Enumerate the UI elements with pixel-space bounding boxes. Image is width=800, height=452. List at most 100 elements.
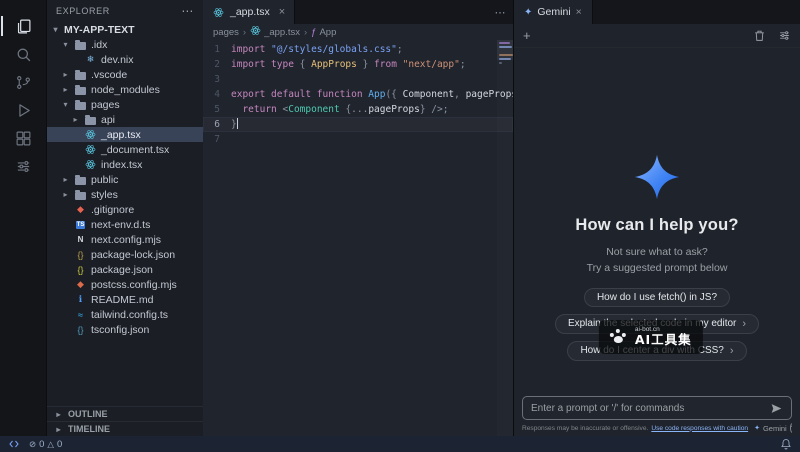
folder-.idx[interactable]: ▾.idx (47, 37, 203, 52)
folder-api[interactable]: ▸api (47, 112, 203, 127)
prompt-input[interactable] (531, 403, 764, 414)
code-editor[interactable]: 1import "@/styles/globals.css";2import t… (203, 40, 513, 436)
activity-explorer-icon[interactable] (1, 12, 45, 40)
activity-bar (0, 0, 46, 436)
warning-icon: △ (47, 439, 54, 450)
activity-source-control-icon[interactable] (1, 68, 45, 96)
breadcrumb-item-pages[interactable]: pages (213, 27, 239, 38)
minimap[interactable] (497, 40, 513, 436)
code-line-4[interactable]: 4export default function App({ Component… (203, 87, 513, 102)
folder-.vscode[interactable]: ▸.vscode (47, 67, 203, 82)
code-line-6[interactable]: 6} (203, 117, 513, 132)
timeline-section[interactable]: ▸ TIMELINE (47, 421, 203, 436)
sidebar-sections: ▸ OUTLINE ▸ TIMELINE (47, 406, 203, 436)
folder-node_modules[interactable]: ▸node_modules (47, 82, 203, 97)
activity-run-debug-icon[interactable] (1, 96, 45, 124)
file-label: next.config.mjs (91, 234, 161, 246)
activity-search-icon[interactable] (1, 40, 45, 68)
editor-more-actions-icon[interactable]: ⋯ (487, 0, 513, 24)
file-label: package-lock.json (91, 249, 175, 261)
file-tree: ▾ MY-APP-TEXT ▾.idx❄dev.nix▸.vscode▸node… (47, 22, 203, 406)
react-icon (84, 144, 97, 155)
close-panel-icon[interactable]: × (576, 6, 582, 18)
file-index.tsx[interactable]: index.tsx (47, 157, 203, 172)
suggested-prompt-1[interactable]: How do I use fetch() in JS? (584, 288, 730, 307)
folder-pages[interactable]: ▾pages (47, 97, 203, 112)
code-line-7[interactable]: 7 (203, 132, 513, 147)
code-line-3[interactable]: 3 (203, 72, 513, 87)
watermark-text: AI工具集 (635, 333, 692, 347)
error-icon: ⊘ (29, 439, 36, 450)
outline-section[interactable]: ▸ OUTLINE (47, 406, 203, 421)
workbench: EXPLORER ⋯ ▾ MY-APP-TEXT ▾.idx❄dev.nix▸.… (0, 0, 800, 436)
chevron-right-icon: ▸ (61, 85, 70, 94)
ts-icon: TS (74, 221, 87, 229)
code-line-5[interactable]: 5 return <Component {...pageProps} />; (203, 102, 513, 117)
folder-public[interactable]: ▸public (47, 172, 203, 187)
file-README.md[interactable]: ℹREADME.md (47, 292, 203, 307)
file-label: pages (91, 99, 120, 111)
react-icon (84, 159, 97, 170)
file-label: README.md (91, 294, 153, 306)
new-chat-icon[interactable]: + (523, 28, 531, 43)
file-dev.nix[interactable]: ❄dev.nix (47, 52, 203, 67)
file-label: api (101, 114, 115, 126)
problems-indicator[interactable]: ⊘ 0 △ 0 (29, 439, 62, 450)
json-icon: {} (74, 265, 87, 275)
file-label: .gitignore (91, 204, 134, 216)
tailwind-icon: ≈ (74, 310, 87, 320)
file-label: public (91, 174, 118, 186)
file-label: next-env.d.ts (91, 219, 150, 231)
gemini-sparkle-icon: ✦ (754, 424, 760, 432)
chevron-right-icon: › (730, 345, 734, 357)
file-tsconfig.json[interactable]: {}tsconfig.json (47, 322, 203, 337)
file-package-lock.json[interactable]: {}package-lock.json (47, 247, 203, 262)
trash-icon[interactable] (753, 29, 766, 42)
file-postcss.config.mjs[interactable]: ◆postcss.config.mjs (47, 277, 203, 292)
editor-tab-bar: _app.tsx × ⋯ (203, 0, 513, 24)
symbol-icon: ƒ (311, 27, 316, 38)
breadcrumb-item-_app.tsx[interactable]: _app.tsx (250, 25, 300, 39)
cursor-caret (237, 118, 238, 129)
json-icon: {} (74, 325, 87, 335)
file-next-env.d.ts[interactable]: TS next-env.d.ts (47, 217, 203, 232)
close-tab-icon[interactable]: × (279, 6, 285, 18)
file-tailwind.config.ts[interactable]: ≈tailwind.config.ts (47, 307, 203, 322)
file-_document.tsx[interactable]: _document.tsx (47, 142, 203, 157)
disclaimer-link[interactable]: Use code responses with caution (651, 425, 748, 432)
file-next.config.mjs[interactable]: Nnext.config.mjs (47, 232, 203, 247)
line-number: 3 (203, 72, 231, 87)
next-icon: N (74, 235, 87, 244)
breadcrumb: pages›_app.tsx›ƒApp (203, 24, 513, 40)
file-_app.tsx[interactable]: _app.tsx (47, 127, 203, 142)
project-root[interactable]: ▾ MY-APP-TEXT (47, 22, 203, 37)
panel-tab-bar: ✦ Gemini × (514, 0, 800, 24)
folder-icon (84, 115, 97, 125)
folder-styles[interactable]: ▸styles (47, 187, 203, 202)
file-label: package.json (91, 264, 153, 276)
react-icon (84, 129, 97, 140)
remote-icon[interactable] (8, 438, 20, 450)
breadcrumb-item-App[interactable]: ƒApp (311, 27, 336, 38)
code-line-1[interactable]: 1import "@/styles/globals.css"; (203, 42, 513, 57)
activity-extensions-icon[interactable] (1, 124, 45, 152)
file-.gitignore[interactable]: ◆.gitignore (47, 202, 203, 217)
tab-gemini[interactable]: ✦ Gemini × (514, 0, 593, 24)
line-number: 7 (203, 132, 231, 147)
explorer-more-actions-icon[interactable]: ⋯ (181, 4, 194, 18)
postcss-icon: ◆ (74, 279, 87, 290)
gemini-brand: ✦ Gemini (754, 424, 787, 433)
file-label: .idx (91, 39, 107, 51)
tune-icon[interactable] (778, 29, 791, 42)
file-package.json[interactable]: {} package.json (47, 262, 203, 277)
watermark: ai-bot.cn AI工具集 (599, 320, 703, 354)
minimap-viewport (497, 40, 513, 60)
bell-icon[interactable] (780, 438, 792, 450)
help-icon[interactable]: ? (790, 423, 792, 433)
tab-app-tsx[interactable]: _app.tsx × (203, 0, 295, 24)
activity-tune-icon[interactable] (1, 152, 45, 180)
code-line-2[interactable]: 2import type { AppProps } from "next/app… (203, 57, 513, 72)
editor-group: _app.tsx × ⋯ pages›_app.tsx›ƒApp 1import… (203, 0, 513, 436)
send-icon[interactable] (770, 402, 783, 415)
chevron-right-icon: ▸ (54, 425, 63, 434)
